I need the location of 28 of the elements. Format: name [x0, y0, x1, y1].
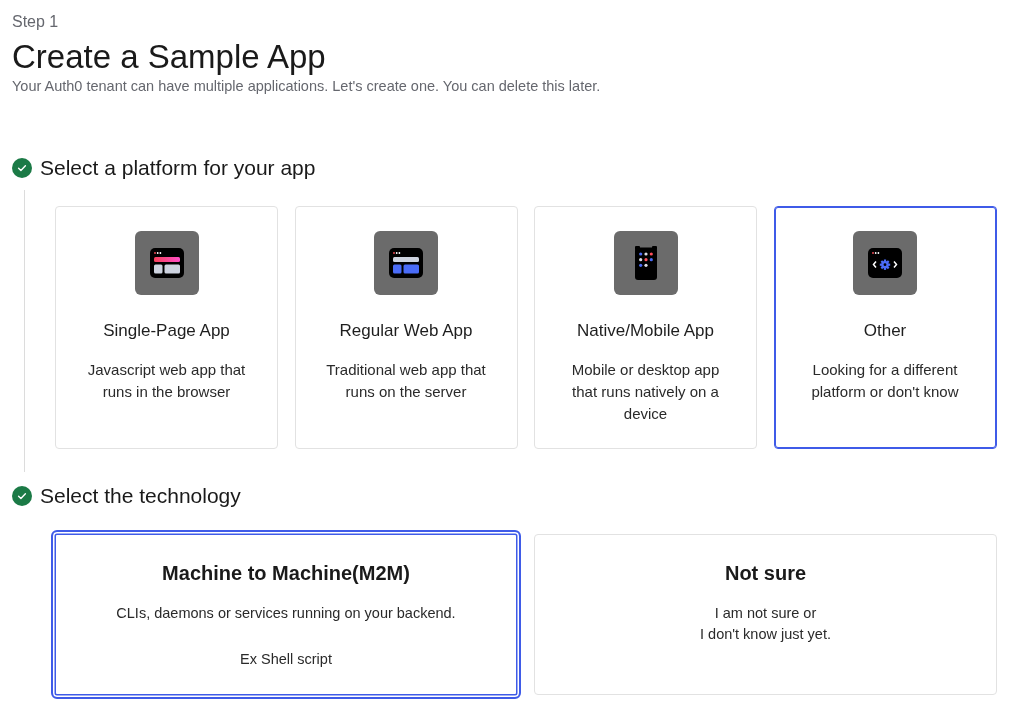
- section-title: Select the technology: [40, 484, 241, 508]
- card-title: Machine to Machine(M2M): [162, 561, 410, 585]
- card-title: Regular Web App: [339, 320, 473, 342]
- card-example: Ex Shell script: [240, 650, 332, 669]
- technology-card[interactable]: Machine to Machine(M2M) CLIs, daemons or services running on your backend. Ex Shell script: [51, 530, 521, 699]
- browser-layout-icon: [374, 231, 438, 295]
- card-description: I am not sure or I don't know just yet.: [700, 604, 831, 644]
- platform-card[interactable]: Single-Page App Javascript web app that runs in the browser: [55, 206, 278, 449]
- browser-layout-icon: [134, 231, 199, 295]
- technology-card[interactable]: Not sure I am not sure or I don't know just yet.: [534, 534, 997, 695]
- card-title: Native/Mobile App: [577, 320, 714, 342]
- section-title: Select a platform for your app: [40, 156, 316, 180]
- platform-card[interactable]: Regular Web App Traditional web app that runs on the server: [294, 206, 518, 449]
- step-label: Step 1: [12, 12, 59, 32]
- phone-icon: [613, 231, 678, 295]
- page-subtitle: Your Auth0 tenant can have multiple applications. Let's create one. You can delete this later.: [12, 77, 601, 96]
- card-description: Looking for a different platform or don't know: [810, 360, 960, 402]
- platform-card[interactable]: Native/Mobile App Mobile or desktop app that runs natively on a device: [534, 206, 757, 449]
- code-gear-icon: [853, 231, 917, 295]
- card-title: Single-Page App: [103, 320, 230, 342]
- card-description: Traditional web app that runs on the server: [325, 360, 487, 402]
- card-description: Mobile or desktop app that runs natively on a device: [570, 360, 721, 424]
- card-description: Javascript web app that runs in the browser: [86, 360, 247, 402]
- card-title: Not sure: [724, 561, 807, 585]
- platform-card[interactable]: Other Looking for a different platform or don't know: [773, 206, 997, 449]
- card-title: Other: [863, 320, 907, 342]
- page-title: Create a Sample App: [12, 38, 326, 76]
- card-description: CLIs, daemons or services running on your backend.: [116, 604, 456, 623]
